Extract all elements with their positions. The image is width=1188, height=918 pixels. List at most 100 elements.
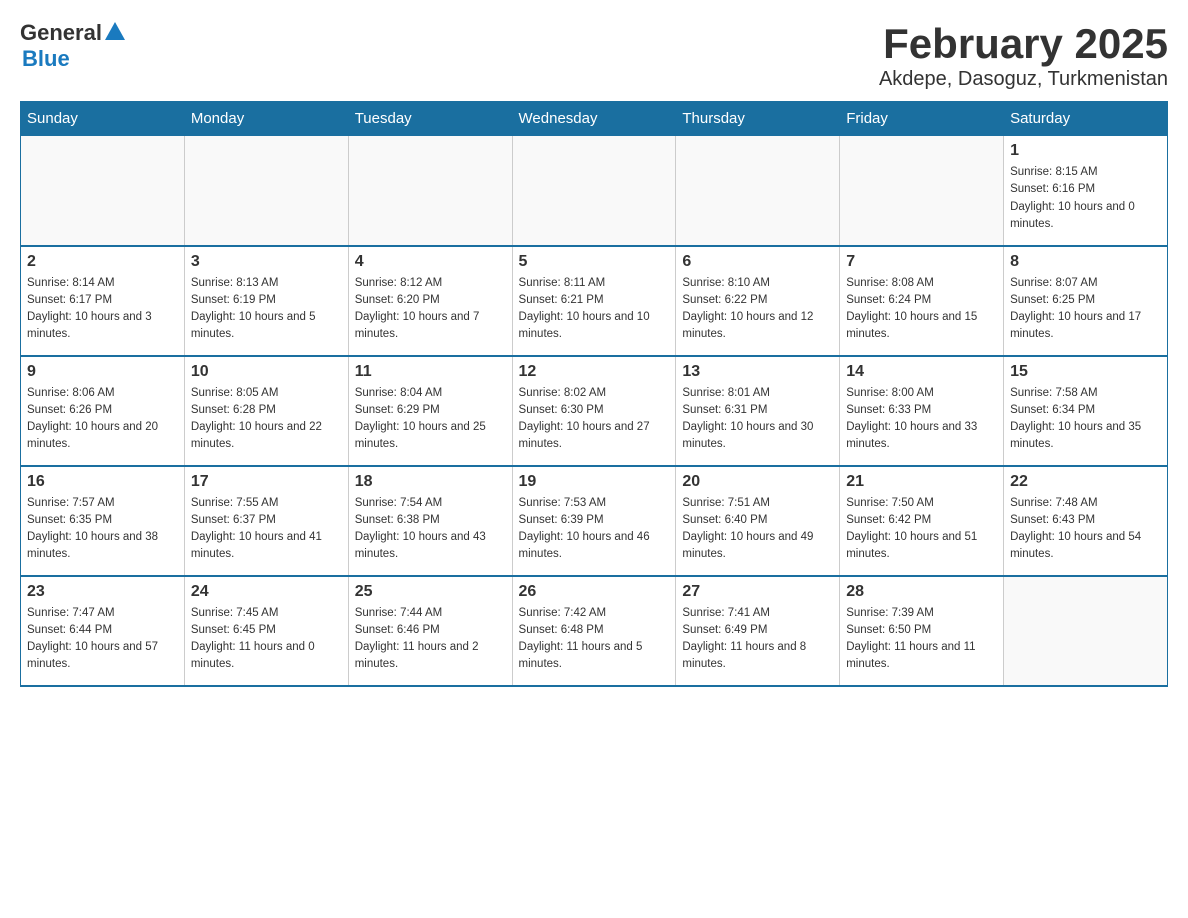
day-number: 13 [682, 363, 833, 381]
day-info: Sunrise: 7:50 AMSunset: 6:42 PMDaylight:… [846, 495, 997, 564]
calendar-cell: 12 Sunrise: 8:02 AMSunset: 6:30 PMDayligh… [512, 356, 676, 466]
day-number: 25 [355, 583, 506, 601]
day-number: 11 [355, 363, 506, 381]
calendar-cell: 14Sunrise: 8:00 AMSunset: 6:33 PMDayligh… [840, 356, 1004, 466]
day-number: 28 [846, 583, 997, 601]
calendar-cell: 11 Sunrise: 8:04 AMSunset: 6:29 PMDayligh… [348, 356, 512, 466]
day-header-thursday: Thursday [676, 102, 840, 136]
day-number: 18 [355, 473, 506, 491]
day-number: 6 [682, 253, 833, 271]
logo: General Blue [20, 20, 125, 72]
day-info: Sunrise: 7:47 AMSunset: 6:44 PMDaylight:… [27, 605, 178, 674]
calendar-cell: 6Sunrise: 8:10 AMSunset: 6:22 PMDaylight… [676, 246, 840, 356]
day-info: Sunrise: 8:12 AMSunset: 6:20 PMDaylight:… [355, 275, 506, 344]
week-row-4: 16 Sunrise: 7:57 AMSunset: 6:35 PMDayligh… [21, 466, 1168, 576]
day-header-wednesday: Wednesday [512, 102, 676, 136]
day-info: Sunrise: 7:54 AMSunset: 6:38 PMDaylight:… [355, 495, 506, 564]
day-info: Sunrise: 7:48 AMSunset: 6:43 PMDaylight:… [1010, 495, 1161, 564]
day-info: Sunrise: 8:05 AMSunset: 6:28 PMDaylight:… [191, 385, 342, 454]
day-number: 16 [27, 473, 178, 491]
calendar-cell [840, 136, 1004, 246]
day-number: 8 [1010, 253, 1161, 271]
day-info: Sunrise: 8:11 AMSunset: 6:21 PMDaylight:… [519, 275, 670, 344]
calendar-cell [512, 136, 676, 246]
week-row-5: 23 Sunrise: 7:47 AMSunset: 6:44 PMDayligh… [21, 576, 1168, 686]
calendar-cell: 21Sunrise: 7:50 AMSunset: 6:42 PMDayligh… [840, 466, 1004, 576]
day-info: Sunrise: 8:07 AMSunset: 6:25 PMDaylight:… [1010, 275, 1161, 344]
day-header-friday: Friday [840, 102, 1004, 136]
calendar-cell: 2 Sunrise: 8:14 AMSunset: 6:17 PMDaylight… [21, 246, 185, 356]
day-info: Sunrise: 8:06 AMSunset: 6:26 PMDaylight:… [27, 385, 178, 454]
calendar-cell: 28 Sunrise: 7:39 AMSunset: 6:50 PMDayligh… [840, 576, 1004, 686]
day-number: 17 [191, 473, 342, 491]
day-number: 7 [846, 253, 997, 271]
calendar-cell: 5 Sunrise: 8:11 AMSunset: 6:21 PMDaylight… [512, 246, 676, 356]
calendar-cell: 23 Sunrise: 7:47 AMSunset: 6:44 PMDayligh… [21, 576, 185, 686]
day-info: Sunrise: 8:14 AMSunset: 6:17 PMDaylight:… [27, 275, 178, 344]
calendar-cell: 27 Sunrise: 7:41 AMSunset: 6:49 PMDayligh… [676, 576, 840, 686]
day-number: 3 [191, 253, 342, 271]
day-number: 9 [27, 363, 178, 381]
day-header-saturday: Saturday [1004, 102, 1168, 136]
calendar-cell: 4Sunrise: 8:12 AMSunset: 6:20 PMDaylight… [348, 246, 512, 356]
day-number: 23 [27, 583, 178, 601]
calendar-cell: 25Sunrise: 7:44 AMSunset: 6:46 PMDayligh… [348, 576, 512, 686]
day-info: Sunrise: 8:15 AMSunset: 6:16 PMDaylight:… [1010, 164, 1161, 233]
day-info: Sunrise: 8:02 AMSunset: 6:30 PMDaylight:… [519, 385, 670, 454]
calendar-cell: 22Sunrise: 7:48 AMSunset: 6:43 PMDayligh… [1004, 466, 1168, 576]
day-number: 15 [1010, 363, 1161, 381]
calendar-cell: 13 Sunrise: 8:01 AMSunset: 6:31 PMDayligh… [676, 356, 840, 466]
calendar-cell: 8 Sunrise: 8:07 AMSunset: 6:25 PMDaylight… [1004, 246, 1168, 356]
day-info: Sunrise: 7:53 AMSunset: 6:39 PMDaylight:… [519, 495, 670, 564]
calendar-cell: 3 Sunrise: 8:13 AMSunset: 6:19 PMDaylight… [184, 246, 348, 356]
calendar-cell [348, 136, 512, 246]
logo-general-text: General [20, 20, 102, 46]
calendar-cell: 19 Sunrise: 7:53 AMSunset: 6:39 PMDayligh… [512, 466, 676, 576]
day-number: 5 [519, 253, 670, 271]
day-number: 20 [682, 473, 833, 491]
calendar-cell [676, 136, 840, 246]
days-of-week-row: SundayMondayTuesdayWednesdayThursdayFrid… [21, 102, 1168, 136]
calendar-cell: 17 Sunrise: 7:55 AMSunset: 6:37 PMDayligh… [184, 466, 348, 576]
calendar-table: SundayMondayTuesdayWednesdayThursdayFrid… [20, 101, 1168, 687]
day-info: Sunrise: 7:42 AMSunset: 6:48 PMDaylight:… [519, 605, 670, 674]
day-info: Sunrise: 7:39 AMSunset: 6:50 PMDaylight:… [846, 605, 997, 674]
calendar-body: 1 Sunrise: 8:15 AMSunset: 6:16 PMDaylight… [21, 136, 1168, 686]
calendar-cell: 10 Sunrise: 8:05 AMSunset: 6:28 PMDayligh… [184, 356, 348, 466]
day-number: 19 [519, 473, 670, 491]
day-info: Sunrise: 7:55 AMSunset: 6:37 PMDaylight:… [191, 495, 342, 564]
day-info: Sunrise: 8:01 AMSunset: 6:31 PMDaylight:… [682, 385, 833, 454]
day-info: Sunrise: 7:41 AMSunset: 6:49 PMDaylight:… [682, 605, 833, 674]
day-info: Sunrise: 8:08 AMSunset: 6:24 PMDaylight:… [846, 275, 997, 344]
calendar-cell: 26 Sunrise: 7:42 AMSunset: 6:48 PMDayligh… [512, 576, 676, 686]
week-row-2: 2 Sunrise: 8:14 AMSunset: 6:17 PMDaylight… [21, 246, 1168, 356]
day-header-tuesday: Tuesday [348, 102, 512, 136]
day-info: Sunrise: 7:51 AMSunset: 6:40 PMDaylight:… [682, 495, 833, 564]
calendar-header: SundayMondayTuesdayWednesdayThursdayFrid… [21, 102, 1168, 136]
week-row-3: 9 Sunrise: 8:06 AMSunset: 6:26 PMDaylight… [21, 356, 1168, 466]
calendar-cell: 15Sunrise: 7:58 AMSunset: 6:34 PMDayligh… [1004, 356, 1168, 466]
day-number: 27 [682, 583, 833, 601]
day-number: 2 [27, 253, 178, 271]
calendar-title: February 2025 [879, 20, 1168, 68]
calendar-cell: 18 Sunrise: 7:54 AMSunset: 6:38 PMDayligh… [348, 466, 512, 576]
day-info: Sunrise: 8:04 AMSunset: 6:29 PMDaylight:… [355, 385, 506, 454]
calendar-cell [184, 136, 348, 246]
day-info: Sunrise: 7:57 AMSunset: 6:35 PMDaylight:… [27, 495, 178, 564]
day-number: 1 [1010, 142, 1161, 160]
day-number: 12 [519, 363, 670, 381]
calendar-cell: 9 Sunrise: 8:06 AMSunset: 6:26 PMDaylight… [21, 356, 185, 466]
calendar-cell: 24 Sunrise: 7:45 AMSunset: 6:45 PMDayligh… [184, 576, 348, 686]
day-number: 24 [191, 583, 342, 601]
calendar-cell [1004, 576, 1168, 686]
page-header: General Blue February 2025 Akdepe, Dasog… [20, 20, 1168, 91]
calendar-cell: 16 Sunrise: 7:57 AMSunset: 6:35 PMDayligh… [21, 466, 185, 576]
day-info: Sunrise: 8:00 AMSunset: 6:33 PMDaylight:… [846, 385, 997, 454]
day-header-monday: Monday [184, 102, 348, 136]
week-row-1: 1 Sunrise: 8:15 AMSunset: 6:16 PMDaylight… [21, 136, 1168, 246]
day-number: 26 [519, 583, 670, 601]
day-number: 10 [191, 363, 342, 381]
day-info: Sunrise: 8:13 AMSunset: 6:19 PMDaylight:… [191, 275, 342, 344]
calendar-cell: 7 Sunrise: 8:08 AMSunset: 6:24 PMDaylight… [840, 246, 1004, 356]
day-info: Sunrise: 7:45 AMSunset: 6:45 PMDaylight:… [191, 605, 342, 674]
